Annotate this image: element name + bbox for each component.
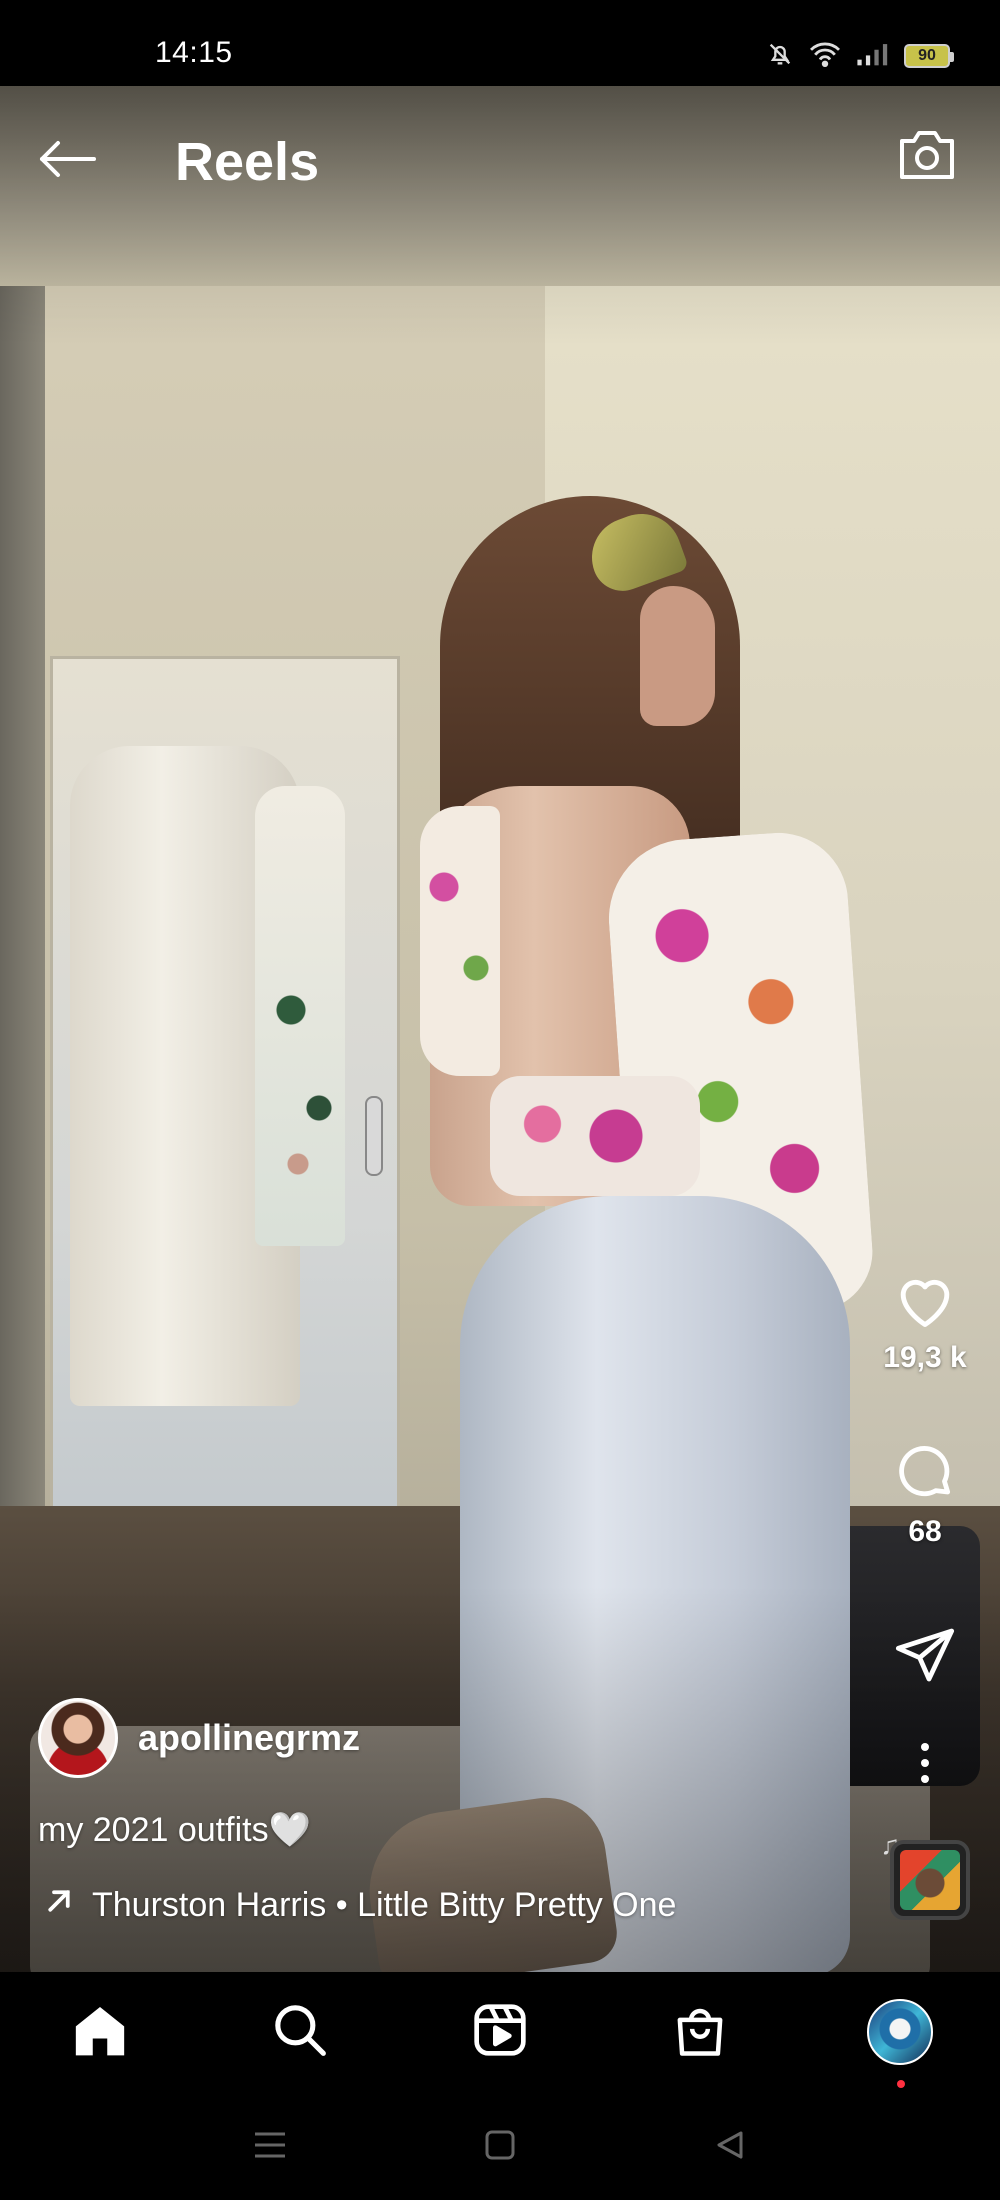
battery-icon: 90 (904, 44, 954, 68)
camera-button[interactable] (890, 120, 964, 194)
signal-icon (856, 41, 890, 72)
status-bar: 14:15 90 (0, 0, 1000, 86)
send-icon (893, 1625, 957, 1690)
audio-title: Thurston Harris • Little Bitty Pretty On… (92, 1886, 677, 1924)
arrow-up-right-icon (44, 1886, 74, 1925)
audio-link[interactable]: Thurston Harris • Little Bitty Pretty On… (44, 1886, 676, 1925)
reel-video[interactable] (0, 86, 1000, 1972)
like-button[interactable]: 19,3 k (870, 1270, 980, 1375)
arrow-left-icon (38, 139, 96, 184)
profile-avatar (867, 1999, 933, 2065)
caption[interactable]: my 2021 outfits🤍 (38, 1810, 311, 1850)
system-home-button[interactable] (470, 2122, 530, 2172)
wifi-icon (808, 40, 842, 73)
heart-icon (892, 1270, 958, 1335)
comment-icon (892, 1440, 958, 1509)
reels-header: Reels (0, 86, 1000, 226)
nav-search[interactable] (264, 1996, 336, 2068)
system-back-button[interactable] (700, 2122, 760, 2172)
avatar[interactable] (38, 1698, 118, 1778)
status-icons: 90 (766, 36, 954, 76)
username[interactable]: apollinegrmz (138, 1717, 360, 1759)
mute-bell-icon (766, 40, 794, 73)
search-icon (272, 2002, 328, 2063)
like-count: 19,3 k (883, 1341, 967, 1374)
nav-home[interactable] (64, 1996, 136, 2068)
nav-reels[interactable] (464, 1996, 536, 2068)
comment-count: 68 (908, 1515, 942, 1548)
more-vertical-icon (919, 1741, 931, 1790)
author-row[interactable]: apollinegrmz (38, 1698, 360, 1778)
status-time: 14:15 (155, 36, 233, 69)
bottom-nav (0, 1972, 1000, 2090)
more-options-button[interactable] (870, 1735, 980, 1795)
shop-icon (673, 2002, 727, 2063)
reels-icon (472, 2002, 528, 2063)
home-icon (71, 2002, 129, 2063)
nav-shop[interactable] (664, 1996, 736, 2068)
menu-icon (253, 2130, 287, 2165)
system-nav (0, 2090, 1000, 2200)
home-square-icon (484, 2129, 516, 2166)
system-menu-button[interactable] (240, 2122, 300, 2172)
camera-icon (896, 127, 958, 188)
battery-level: 90 (918, 47, 936, 64)
share-button[interactable] (870, 1625, 980, 1690)
back-button[interactable] (32, 126, 102, 196)
back-triangle-icon (714, 2129, 746, 2166)
comment-button[interactable]: 68 (870, 1440, 980, 1549)
page-title: Reels (175, 132, 320, 192)
notification-dot (897, 2080, 905, 2088)
audio-thumbnail[interactable] (890, 1840, 970, 1920)
nav-profile[interactable] (864, 1996, 936, 2088)
audio-cover-art (900, 1850, 960, 1910)
